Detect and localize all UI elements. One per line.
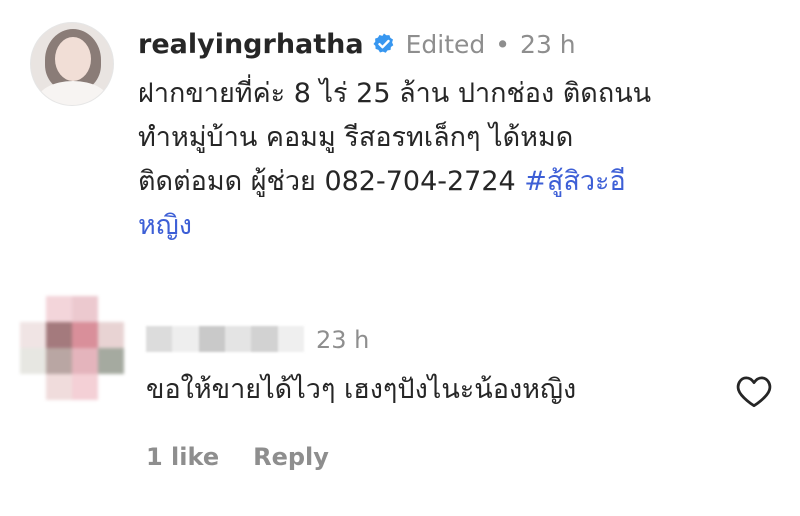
comment-header: realyingrhatha Edited • 23 h xyxy=(138,24,576,64)
reply-actions: 1 like Reply xyxy=(146,440,329,474)
verified-badge-icon xyxy=(373,33,393,53)
separator-dot: • xyxy=(495,29,511,59)
reply-username-blurred[interactable] xyxy=(146,326,304,352)
username-link[interactable]: realyingrhatha xyxy=(138,29,364,60)
commenter-avatar[interactable] xyxy=(30,22,114,106)
reply-avatar-blurred[interactable] xyxy=(20,296,124,400)
likes-count-link[interactable]: 1 like xyxy=(146,440,219,474)
comment-line-3-text: ติดต่อมด ผู้ช่วย 082-704-2724 xyxy=(138,166,525,197)
reply-timestamp[interactable]: 23 h xyxy=(316,324,369,356)
comment-line-2: ทำหมู่บ้าน คอมมู รีสอรทเล็กๆ ได้หมด xyxy=(138,122,574,153)
edited-label[interactable]: Edited xyxy=(406,30,486,59)
hashtag-link-continuation[interactable]: หญิง xyxy=(138,204,788,248)
hashtag-link[interactable]: #สู้สิวะอี xyxy=(524,166,625,197)
reply-button[interactable]: Reply xyxy=(253,440,329,474)
avatar-face xyxy=(55,37,91,81)
reply-text: ขอให้ขายได้ไวๆ เฮงๆปังไนะน้องหญิง xyxy=(146,374,577,405)
avatar-shoulders xyxy=(37,81,109,105)
comment-line-1: ฝากขายที่ค่ะ 8 ไร่ 25 ล้าน ปากช่อง ติดถน… xyxy=(138,78,652,109)
comment-text: ฝากขายที่ค่ะ 8 ไร่ 25 ล้าน ปากช่อง ติดถน… xyxy=(138,72,788,248)
heart-icon[interactable] xyxy=(735,374,773,408)
comment-timestamp[interactable]: 23 h xyxy=(520,30,576,59)
comment-line-3: ติดต่อมด ผู้ช่วย 082-704-2724 #สู้สิวะอี xyxy=(138,160,788,204)
